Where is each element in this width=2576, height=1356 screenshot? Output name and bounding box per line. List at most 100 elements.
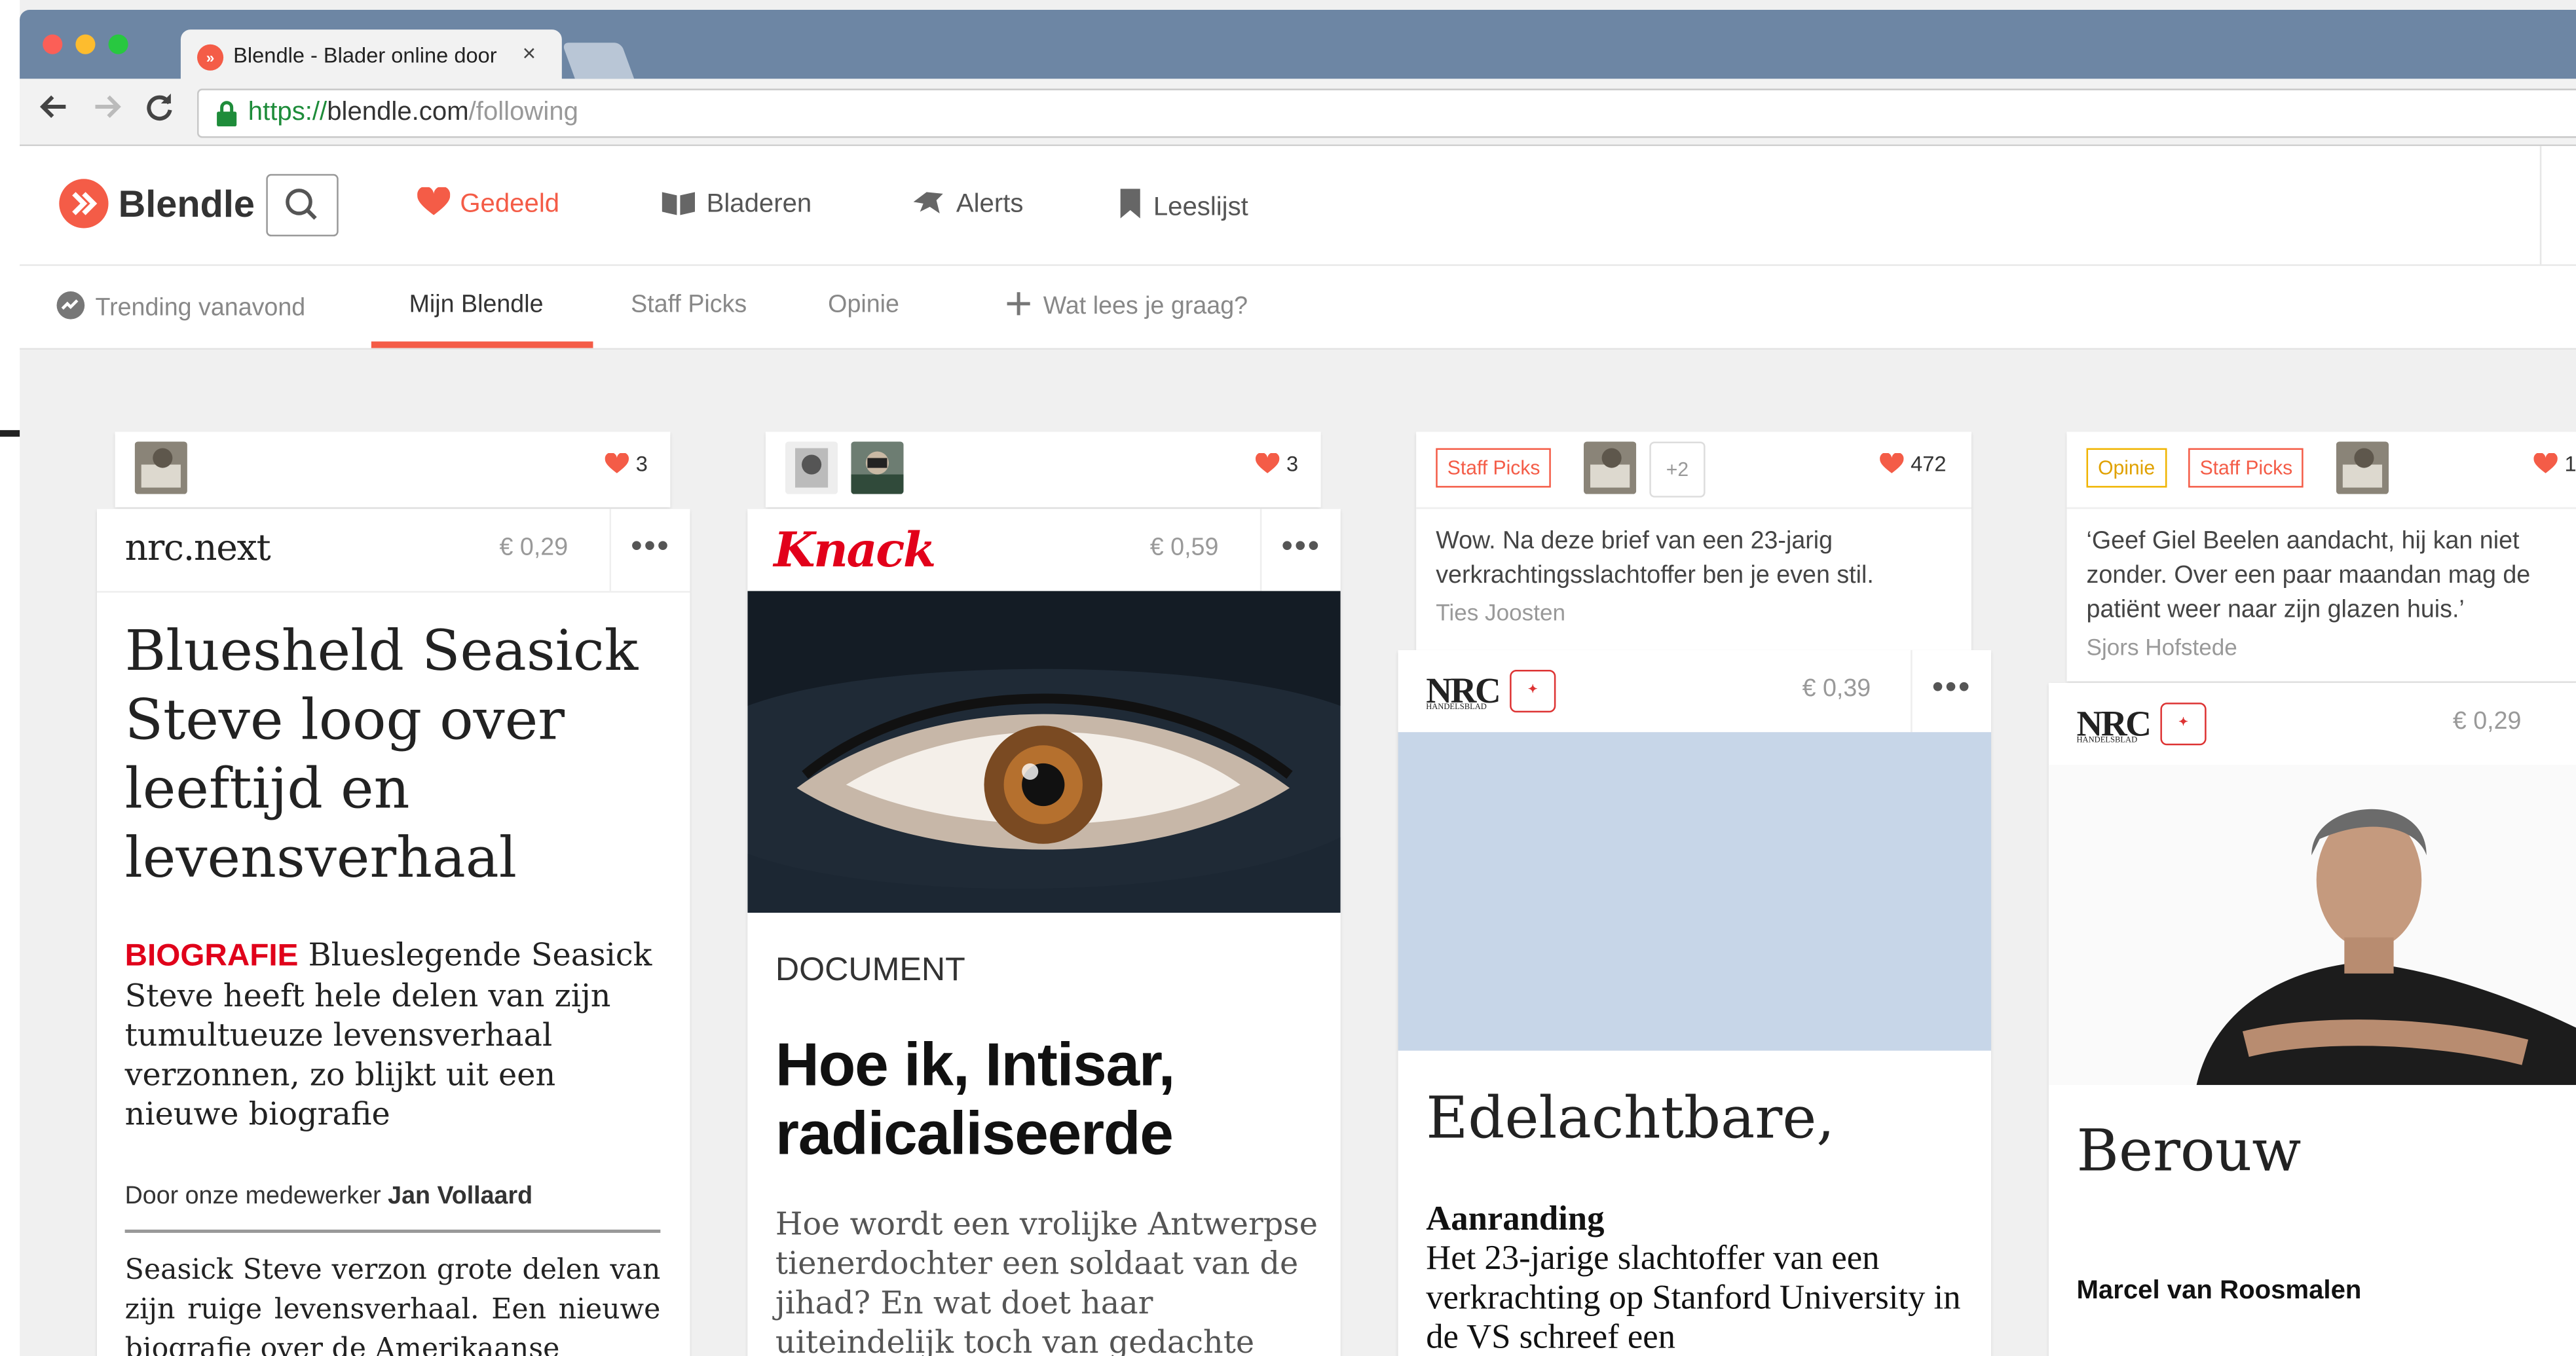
tab-staff-picks[interactable]: Staff Picks bbox=[631, 291, 747, 319]
new-tab-button[interactable] bbox=[561, 43, 635, 79]
search-button[interactable] bbox=[266, 174, 339, 237]
book-icon bbox=[662, 192, 696, 215]
likes-count[interactable]: 3 bbox=[1255, 451, 1298, 476]
avatar[interactable] bbox=[851, 441, 904, 494]
likes-count[interactable]: 472 bbox=[1879, 451, 1947, 476]
publisher-logo: NRC HANDELSBLAD bbox=[1426, 669, 1501, 713]
background-rule bbox=[0, 430, 20, 437]
comment-author[interactable]: Sjors Hofstede bbox=[2087, 634, 2237, 660]
trending-icon bbox=[56, 291, 85, 320]
article-image bbox=[747, 591, 1341, 913]
heart-icon bbox=[1255, 452, 1280, 473]
tab-opinie[interactable]: Opinie bbox=[828, 291, 899, 319]
brand-name[interactable]: Blendle bbox=[119, 182, 255, 227]
reload-icon[interactable] bbox=[141, 88, 177, 134]
kicker: BIOGRAFIE bbox=[124, 939, 299, 974]
staff-picks-tag[interactable]: Staff Picks bbox=[2188, 448, 2304, 488]
likes-count[interactable]: 1 bbox=[2533, 451, 2576, 476]
address-bar[interactable]: https://blendle.com/following bbox=[196, 88, 2576, 138]
comment-author[interactable]: Ties Joosten bbox=[1436, 599, 1565, 625]
heart-icon bbox=[605, 452, 629, 473]
maximize-window-icon[interactable] bbox=[108, 34, 128, 54]
avatar[interactable] bbox=[2336, 441, 2389, 494]
share-divider bbox=[1416, 507, 1971, 509]
tab-title: Blendle - Blader online door bbox=[233, 43, 497, 67]
article-price[interactable]: € 0,39 bbox=[1802, 674, 1871, 703]
article-card[interactable]: Knack € 0,59 ••• DOCUMENT Hoe ik, Intisa… bbox=[747, 509, 1341, 1356]
article-card[interactable]: NRC HANDELSBLAD ✦ € 0,39 ••• Edelachtbare… bbox=[1398, 650, 1992, 1356]
bird-icon bbox=[913, 192, 943, 213]
avatar[interactable] bbox=[1583, 441, 1637, 494]
active-tab-indicator bbox=[371, 341, 593, 348]
article-intro: Hoe wordt een vrolijke Antwerpse tienerd… bbox=[775, 1206, 1318, 1356]
byline: Door onze medewerker Jan Vollaard bbox=[124, 1182, 661, 1233]
more-options-icon[interactable]: ••• bbox=[1911, 650, 1991, 733]
sub-navigation: Trending vanavond Mijn Blendle Staff Pic… bbox=[20, 266, 2576, 350]
browser-tab[interactable]: » Blendle - Blader online door × bbox=[180, 29, 562, 82]
more-options-icon[interactable]: ••• bbox=[609, 509, 690, 591]
lock-icon bbox=[215, 100, 238, 127]
more-avatars-badge[interactable]: +2 bbox=[1649, 441, 1706, 498]
staff-picks-tag[interactable]: Staff Picks bbox=[1436, 448, 1552, 488]
article-author: Marcel van Roosmalen bbox=[2076, 1277, 2362, 1306]
article-section: DOCUMENT bbox=[775, 952, 965, 989]
heart-icon bbox=[1880, 452, 1904, 473]
avatar[interactable] bbox=[785, 441, 838, 494]
plus-icon bbox=[1007, 292, 1030, 316]
share-divider bbox=[2066, 507, 2576, 509]
nav-leeslijst[interactable]: Leeslijst bbox=[1117, 187, 1248, 223]
author-photo bbox=[2048, 765, 2576, 1086]
tab-close-icon[interactable]: × bbox=[523, 39, 536, 65]
article-title[interactable]: Bluesheld Seasick Steve loog over leefti… bbox=[125, 617, 667, 893]
heart-icon bbox=[417, 186, 451, 215]
screenshot-viewport: » Blendle - Blader online door × https:/… bbox=[0, 0, 2576, 1356]
nrc-seal-icon: ✦ bbox=[1510, 669, 1556, 713]
add-interest-button[interactable]: Wat lees je graag? bbox=[1005, 291, 1248, 320]
opinie-tag[interactable]: Opinie bbox=[2086, 448, 2167, 488]
article-intro: BIOGRAFIE Blueslegende Seasick Steve hee… bbox=[124, 937, 652, 1133]
back-icon[interactable] bbox=[36, 88, 72, 134]
avatar[interactable] bbox=[134, 441, 187, 494]
article-card[interactable]: nrc.next € 0,29 ••• Bluesheld Seasick St… bbox=[96, 509, 690, 1356]
url-scheme: https:// bbox=[248, 98, 327, 127]
article-intro: Het 23-jarige slachtoffer van een verkra… bbox=[1426, 1237, 1961, 1356]
header-divider bbox=[2539, 146, 2542, 265]
article-title[interactable]: Hoe ik, Intisar, radicaliseerde bbox=[775, 1031, 1318, 1169]
share-comment: ‘Geef Giel Beelen aandacht, hij kan niet… bbox=[2086, 526, 2531, 624]
tab-trending[interactable]: Trending vanavond bbox=[56, 291, 305, 321]
article-price[interactable]: € 0,59 bbox=[1150, 534, 1219, 562]
url-path: /following bbox=[468, 98, 578, 127]
blendle-logo-icon[interactable] bbox=[59, 179, 109, 229]
publisher-logo: Knack bbox=[774, 522, 936, 578]
url-text: https://blendle.com/following bbox=[248, 98, 578, 128]
blendle-favicon-icon: » bbox=[196, 44, 224, 71]
nav-bladeren[interactable]: Bladeren bbox=[660, 187, 812, 220]
publisher-logo: nrc.next bbox=[124, 528, 271, 570]
url-host: blendle.com bbox=[327, 98, 469, 127]
nav-alerts[interactable]: Alerts bbox=[910, 187, 1023, 220]
article-body: Seasick Steve verzon grote delen van zij… bbox=[124, 1254, 661, 1356]
browser-titlebar: » Blendle - Blader online door × bbox=[20, 10, 2576, 82]
close-window-icon[interactable] bbox=[43, 34, 63, 54]
share-bar: Staff Picks +2 472 Wow. Na deze brief va… bbox=[1416, 431, 1971, 652]
article-title[interactable]: Berouw bbox=[2076, 1120, 2569, 1185]
article-title[interactable]: Edelachtbare, bbox=[1426, 1087, 1968, 1152]
more-options-icon[interactable]: ••• bbox=[1260, 509, 1341, 591]
card-header: nrc.next € 0,29 ••• bbox=[96, 509, 690, 593]
heart-icon bbox=[2533, 452, 2558, 473]
nrc-seal-icon: ✦ bbox=[2160, 703, 2207, 746]
background-window-edge bbox=[0, 0, 20, 1356]
article-price[interactable]: € 0,29 bbox=[500, 534, 569, 562]
card-header: NRC HANDELSBLAD ✦ € 0,39 ••• bbox=[1398, 650, 1992, 734]
publisher-logo: NRC HANDELSBLAD bbox=[2076, 703, 2152, 746]
nav-gedeeld[interactable]: Gedeeld bbox=[417, 186, 559, 220]
likes-count[interactable]: 3 bbox=[605, 451, 648, 476]
article-price[interactable]: € 0,29 bbox=[2453, 708, 2522, 736]
minimize-window-icon[interactable] bbox=[75, 34, 96, 54]
browser-toolbar: https://blendle.com/following bbox=[20, 79, 2576, 147]
article-card[interactable]: NRC HANDELSBLAD ✦ € 0,29 Berouw Marcel va… bbox=[2048, 683, 2576, 1356]
tab-mijn-blendle[interactable]: Mijn Blendle bbox=[409, 291, 544, 319]
image-placeholder bbox=[1398, 732, 1992, 1051]
forward-icon[interactable] bbox=[88, 88, 124, 134]
share-bar: 3 bbox=[115, 431, 671, 507]
